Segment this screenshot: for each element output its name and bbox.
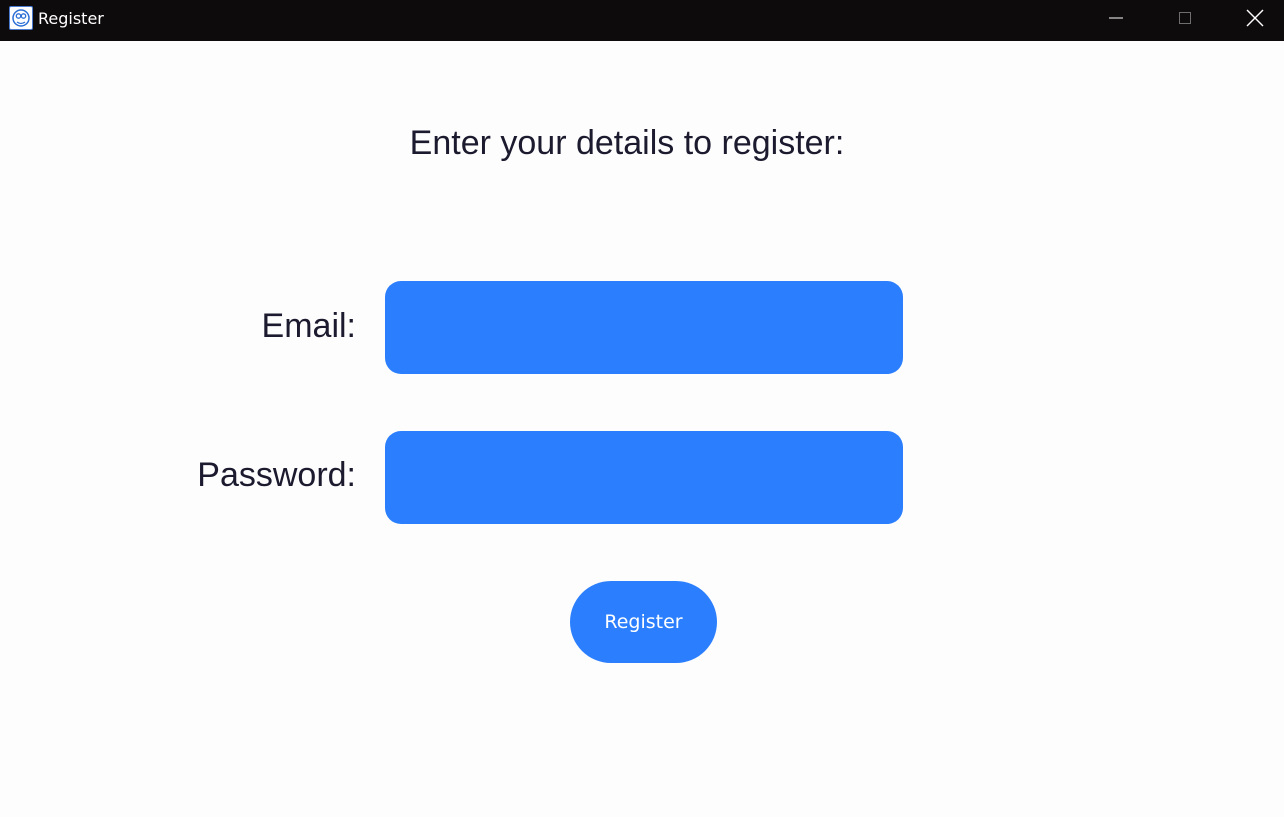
app-logo-icon [9,6,33,30]
window-title: Register [38,9,104,28]
register-button[interactable]: Register [570,581,717,663]
close-icon [1246,9,1264,26]
close-button[interactable] [1220,0,1284,35]
title-bar[interactable]: Register [0,0,1284,41]
register-window: Register Enter your details to register:… [0,0,1284,817]
maximize-icon [1179,11,1191,24]
minimize-icon [1109,17,1123,18]
minimize-button[interactable] [1081,0,1151,35]
password-label: Password: [197,456,356,494]
email-field[interactable] [385,281,903,374]
maximize-button[interactable] [1150,0,1220,35]
password-field[interactable] [385,431,903,524]
form-heading: Enter your details to register: [409,124,845,162]
email-label: Email: [261,307,356,345]
